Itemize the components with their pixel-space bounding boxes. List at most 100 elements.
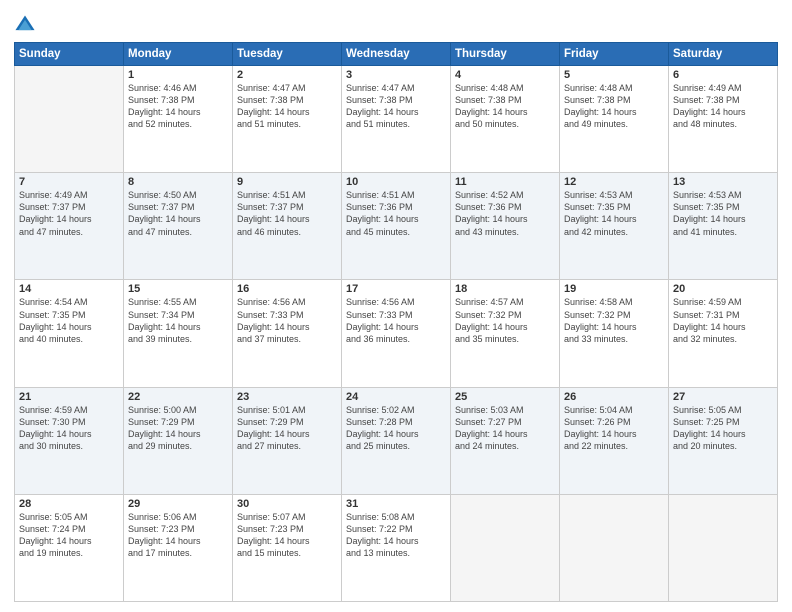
cell-sun-info: Sunrise: 4:56 AM Sunset: 7:33 PM Dayligh… <box>237 296 337 345</box>
cell-sun-info: Sunrise: 4:54 AM Sunset: 7:35 PM Dayligh… <box>19 296 119 345</box>
cell-sun-info: Sunrise: 5:06 AM Sunset: 7:23 PM Dayligh… <box>128 511 228 560</box>
calendar-cell: 29Sunrise: 5:06 AM Sunset: 7:23 PM Dayli… <box>124 494 233 601</box>
day-number: 19 <box>564 283 664 295</box>
calendar-cell: 14Sunrise: 4:54 AM Sunset: 7:35 PM Dayli… <box>15 280 124 387</box>
cell-sun-info: Sunrise: 4:56 AM Sunset: 7:33 PM Dayligh… <box>346 296 446 345</box>
cell-sun-info: Sunrise: 4:52 AM Sunset: 7:36 PM Dayligh… <box>455 189 555 238</box>
calendar-cell: 13Sunrise: 4:53 AM Sunset: 7:35 PM Dayli… <box>669 173 778 280</box>
calendar-cell <box>669 494 778 601</box>
cell-sun-info: Sunrise: 4:48 AM Sunset: 7:38 PM Dayligh… <box>564 82 664 131</box>
day-number: 28 <box>19 498 119 510</box>
cell-sun-info: Sunrise: 4:47 AM Sunset: 7:38 PM Dayligh… <box>237 82 337 131</box>
calendar-cell: 6Sunrise: 4:49 AM Sunset: 7:38 PM Daylig… <box>669 66 778 173</box>
cell-sun-info: Sunrise: 4:53 AM Sunset: 7:35 PM Dayligh… <box>673 189 773 238</box>
calendar-cell: 9Sunrise: 4:51 AM Sunset: 7:37 PM Daylig… <box>233 173 342 280</box>
calendar-cell: 25Sunrise: 5:03 AM Sunset: 7:27 PM Dayli… <box>451 387 560 494</box>
cell-sun-info: Sunrise: 4:46 AM Sunset: 7:38 PM Dayligh… <box>128 82 228 131</box>
calendar-cell <box>15 66 124 173</box>
calendar-cell: 31Sunrise: 5:08 AM Sunset: 7:22 PM Dayli… <box>342 494 451 601</box>
day-number: 18 <box>455 283 555 295</box>
cell-sun-info: Sunrise: 4:59 AM Sunset: 7:31 PM Dayligh… <box>673 296 773 345</box>
day-number: 23 <box>237 391 337 403</box>
calendar-week-row: 7Sunrise: 4:49 AM Sunset: 7:37 PM Daylig… <box>15 173 778 280</box>
cell-sun-info: Sunrise: 5:07 AM Sunset: 7:23 PM Dayligh… <box>237 511 337 560</box>
day-number: 21 <box>19 391 119 403</box>
logo <box>14 14 40 36</box>
day-number: 31 <box>346 498 446 510</box>
weekday-header-tuesday: Tuesday <box>233 43 342 66</box>
day-number: 8 <box>128 176 228 188</box>
day-number: 26 <box>564 391 664 403</box>
day-number: 4 <box>455 69 555 81</box>
cell-sun-info: Sunrise: 4:48 AM Sunset: 7:38 PM Dayligh… <box>455 82 555 131</box>
cell-sun-info: Sunrise: 4:53 AM Sunset: 7:35 PM Dayligh… <box>564 189 664 238</box>
header <box>14 10 778 36</box>
calendar-week-row: 14Sunrise: 4:54 AM Sunset: 7:35 PM Dayli… <box>15 280 778 387</box>
calendar-week-row: 1Sunrise: 4:46 AM Sunset: 7:38 PM Daylig… <box>15 66 778 173</box>
weekday-header-wednesday: Wednesday <box>342 43 451 66</box>
cell-sun-info: Sunrise: 4:55 AM Sunset: 7:34 PM Dayligh… <box>128 296 228 345</box>
calendar-cell: 12Sunrise: 4:53 AM Sunset: 7:35 PM Dayli… <box>560 173 669 280</box>
day-number: 9 <box>237 176 337 188</box>
cell-sun-info: Sunrise: 5:01 AM Sunset: 7:29 PM Dayligh… <box>237 404 337 453</box>
day-number: 1 <box>128 69 228 81</box>
calendar-cell: 28Sunrise: 5:05 AM Sunset: 7:24 PM Dayli… <box>15 494 124 601</box>
day-number: 5 <box>564 69 664 81</box>
weekday-header-row: SundayMondayTuesdayWednesdayThursdayFrid… <box>15 43 778 66</box>
cell-sun-info: Sunrise: 4:47 AM Sunset: 7:38 PM Dayligh… <box>346 82 446 131</box>
cell-sun-info: Sunrise: 5:02 AM Sunset: 7:28 PM Dayligh… <box>346 404 446 453</box>
calendar-cell: 27Sunrise: 5:05 AM Sunset: 7:25 PM Dayli… <box>669 387 778 494</box>
day-number: 25 <box>455 391 555 403</box>
day-number: 30 <box>237 498 337 510</box>
calendar-cell: 20Sunrise: 4:59 AM Sunset: 7:31 PM Dayli… <box>669 280 778 387</box>
calendar-cell: 21Sunrise: 4:59 AM Sunset: 7:30 PM Dayli… <box>15 387 124 494</box>
calendar-cell <box>560 494 669 601</box>
day-number: 2 <box>237 69 337 81</box>
day-number: 29 <box>128 498 228 510</box>
cell-sun-info: Sunrise: 4:50 AM Sunset: 7:37 PM Dayligh… <box>128 189 228 238</box>
cell-sun-info: Sunrise: 4:57 AM Sunset: 7:32 PM Dayligh… <box>455 296 555 345</box>
calendar-cell: 23Sunrise: 5:01 AM Sunset: 7:29 PM Dayli… <box>233 387 342 494</box>
calendar-cell: 22Sunrise: 5:00 AM Sunset: 7:29 PM Dayli… <box>124 387 233 494</box>
calendar-cell: 5Sunrise: 4:48 AM Sunset: 7:38 PM Daylig… <box>560 66 669 173</box>
calendar-cell: 15Sunrise: 4:55 AM Sunset: 7:34 PM Dayli… <box>124 280 233 387</box>
calendar-cell: 17Sunrise: 4:56 AM Sunset: 7:33 PM Dayli… <box>342 280 451 387</box>
day-number: 11 <box>455 176 555 188</box>
day-number: 16 <box>237 283 337 295</box>
cell-sun-info: Sunrise: 4:49 AM Sunset: 7:37 PM Dayligh… <box>19 189 119 238</box>
day-number: 17 <box>346 283 446 295</box>
cell-sun-info: Sunrise: 4:51 AM Sunset: 7:36 PM Dayligh… <box>346 189 446 238</box>
weekday-header-thursday: Thursday <box>451 43 560 66</box>
page: SundayMondayTuesdayWednesdayThursdayFrid… <box>0 0 792 612</box>
day-number: 14 <box>19 283 119 295</box>
day-number: 6 <box>673 69 773 81</box>
calendar-cell: 3Sunrise: 4:47 AM Sunset: 7:38 PM Daylig… <box>342 66 451 173</box>
weekday-header-saturday: Saturday <box>669 43 778 66</box>
cell-sun-info: Sunrise: 5:04 AM Sunset: 7:26 PM Dayligh… <box>564 404 664 453</box>
weekday-header-sunday: Sunday <box>15 43 124 66</box>
calendar-cell: 30Sunrise: 5:07 AM Sunset: 7:23 PM Dayli… <box>233 494 342 601</box>
calendar-cell: 1Sunrise: 4:46 AM Sunset: 7:38 PM Daylig… <box>124 66 233 173</box>
calendar-cell: 10Sunrise: 4:51 AM Sunset: 7:36 PM Dayli… <box>342 173 451 280</box>
logo-icon <box>14 14 36 36</box>
day-number: 15 <box>128 283 228 295</box>
calendar-cell: 19Sunrise: 4:58 AM Sunset: 7:32 PM Dayli… <box>560 280 669 387</box>
cell-sun-info: Sunrise: 4:59 AM Sunset: 7:30 PM Dayligh… <box>19 404 119 453</box>
cell-sun-info: Sunrise: 4:49 AM Sunset: 7:38 PM Dayligh… <box>673 82 773 131</box>
calendar-cell: 26Sunrise: 5:04 AM Sunset: 7:26 PM Dayli… <box>560 387 669 494</box>
calendar-week-row: 21Sunrise: 4:59 AM Sunset: 7:30 PM Dayli… <box>15 387 778 494</box>
cell-sun-info: Sunrise: 4:51 AM Sunset: 7:37 PM Dayligh… <box>237 189 337 238</box>
calendar-cell: 8Sunrise: 4:50 AM Sunset: 7:37 PM Daylig… <box>124 173 233 280</box>
calendar-cell: 24Sunrise: 5:02 AM Sunset: 7:28 PM Dayli… <box>342 387 451 494</box>
day-number: 10 <box>346 176 446 188</box>
calendar-cell: 18Sunrise: 4:57 AM Sunset: 7:32 PM Dayli… <box>451 280 560 387</box>
calendar-cell: 2Sunrise: 4:47 AM Sunset: 7:38 PM Daylig… <box>233 66 342 173</box>
day-number: 20 <box>673 283 773 295</box>
cell-sun-info: Sunrise: 5:05 AM Sunset: 7:24 PM Dayligh… <box>19 511 119 560</box>
calendar-cell: 16Sunrise: 4:56 AM Sunset: 7:33 PM Dayli… <box>233 280 342 387</box>
day-number: 24 <box>346 391 446 403</box>
day-number: 13 <box>673 176 773 188</box>
weekday-header-monday: Monday <box>124 43 233 66</box>
cell-sun-info: Sunrise: 5:03 AM Sunset: 7:27 PM Dayligh… <box>455 404 555 453</box>
calendar-cell <box>451 494 560 601</box>
